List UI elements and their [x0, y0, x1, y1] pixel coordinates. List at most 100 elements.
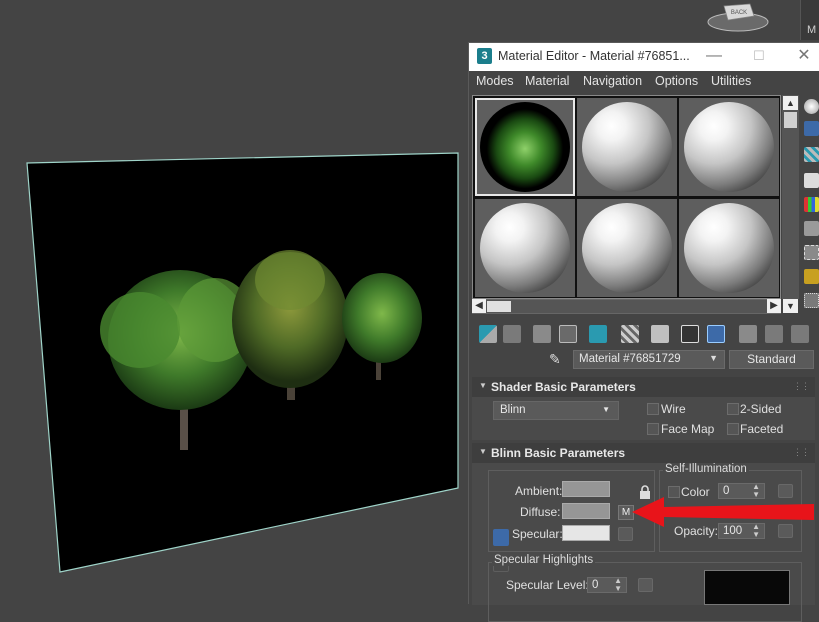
menu-options[interactable]: Options [655, 74, 698, 88]
sample-type-icon[interactable] [804, 99, 819, 114]
tree-canopy-3 [342, 273, 422, 363]
minimize-button[interactable]: — [703, 46, 725, 68]
two-sided-checkbox[interactable] [727, 403, 739, 415]
material-preview-sphere [480, 203, 570, 293]
ambient-label: Ambient: [515, 484, 563, 498]
scroll-down-icon[interactable]: ▼ [783, 299, 798, 313]
specular-highlights-title: Specular Highlights [492, 554, 596, 566]
rollout-header[interactable]: ▼ Blinn Basic Parameters ⋮⋮ [472, 443, 815, 463]
scroll-up-icon[interactable]: ▲ [783, 96, 798, 110]
scroll-left-icon[interactable]: ◀ [472, 299, 486, 313]
specular-map-button[interactable] [618, 527, 633, 541]
specular-level-spinner[interactable]: 0 ▲ ▼ [587, 577, 627, 593]
put-to-scene-icon[interactable] [503, 325, 521, 343]
material-map-navigator-icon[interactable] [804, 293, 819, 308]
dropdown-arrow-icon: ▼ [602, 405, 610, 414]
self-illumination-title: Self-Illumination [663, 463, 749, 475]
sample-slot-4[interactable] [475, 199, 575, 297]
specular-level-label: Specular Level: [506, 578, 589, 592]
maximize-button[interactable]: ☐ [748, 46, 770, 68]
specular-level-map-button[interactable] [638, 578, 653, 592]
dropdown-arrow-icon[interactable]: ▼ [709, 353, 718, 363]
menu-navigation[interactable]: Navigation [583, 74, 642, 88]
material-id-channel-icon[interactable] [681, 325, 699, 343]
title-bar[interactable]: 3 Material Editor - Material #76851... —… [469, 43, 819, 71]
window-title: Material Editor - Material #76851... [498, 49, 690, 63]
lock-ambient-diffuse-icon[interactable] [493, 529, 509, 546]
ambient-color-swatch[interactable] [562, 481, 610, 497]
horizontal-scrollbar[interactable]: ◀ ▶ [472, 299, 781, 314]
pick-material-eyedropper-icon[interactable]: ✎ [549, 351, 565, 368]
sample-slot-1[interactable] [475, 98, 575, 196]
viewcube[interactable]: BACK [706, 0, 770, 34]
face-map-label: Face Map [661, 422, 715, 436]
sample-slot-2[interactable] [577, 98, 677, 196]
show-map-in-viewport-icon[interactable] [707, 325, 725, 343]
backlight-icon[interactable] [804, 121, 819, 136]
video-color-check-icon[interactable] [804, 197, 819, 212]
scroll-right-icon[interactable]: ▶ [767, 299, 781, 313]
material-preview-sphere [684, 203, 774, 293]
wire-checkbox[interactable] [647, 403, 659, 415]
side-toolbar [802, 95, 819, 335]
background-icon[interactable] [804, 147, 819, 162]
material-name-row: ✎ Material #76851729 ▼ Standard [549, 350, 819, 370]
grip-icon: ⋮⋮ [793, 447, 810, 457]
make-preview-icon[interactable] [804, 221, 819, 236]
rollout-title: Shader Basic Parameters [491, 380, 636, 394]
delete-icon[interactable] [559, 325, 577, 343]
diffuse-color-swatch[interactable] [562, 503, 610, 519]
material-name-text: Material #76851729 [579, 353, 681, 365]
menu-utilities[interactable]: Utilities [711, 74, 751, 88]
material-name-field[interactable]: Material #76851729 ▼ [573, 350, 725, 369]
sample-slot-5[interactable] [577, 199, 677, 297]
shader-type-value: Blinn [500, 404, 526, 416]
shader-basic-parameters-rollout: ▼ Shader Basic Parameters ⋮⋮ Blinn ▼ Wir… [472, 377, 815, 440]
specular-label: Specular: [512, 527, 563, 541]
app-icon: 3 [477, 48, 492, 64]
sample-slot-3[interactable] [679, 98, 779, 196]
faceted-checkbox[interactable] [727, 423, 739, 435]
collapse-triangle-icon[interactable]: ▼ [479, 447, 487, 456]
collapse-triangle-icon[interactable]: ▼ [479, 381, 487, 390]
options-icon[interactable] [804, 245, 819, 260]
right-panel-edge: M [800, 0, 819, 40]
diffuse-label: Diffuse: [520, 505, 561, 519]
show-end-result-icon[interactable] [739, 325, 757, 343]
material-type-button[interactable]: Standard [729, 350, 814, 369]
close-button[interactable]: ✕ [793, 46, 815, 68]
select-by-material-icon[interactable] [804, 269, 819, 284]
specular-color-swatch[interactable] [562, 525, 610, 541]
sample-uv-tiling-icon[interactable] [804, 173, 819, 188]
faceted-label: Faceted [740, 422, 784, 436]
viewcube-label: BACK [731, 10, 747, 16]
save-icon[interactable] [651, 325, 669, 343]
specular-highlight-curve-preview [704, 570, 790, 605]
rollout-header[interactable]: ▼ Shader Basic Parameters ⋮⋮ [472, 377, 815, 397]
specular-level-value: 0 [592, 579, 599, 591]
menu-material[interactable]: Material [525, 74, 569, 88]
tree-plane-object[interactable] [0, 0, 470, 604]
shader-type-select[interactable]: Blinn ▼ [493, 401, 619, 420]
material-preview-sphere [684, 102, 774, 192]
menu-modes[interactable]: Modes [476, 74, 514, 88]
scrollbar-thumb[interactable] [784, 112, 797, 128]
go-forward-to-sibling-icon[interactable] [791, 325, 809, 343]
assign-to-selection-icon[interactable] [533, 325, 551, 343]
wire-label: Wire [661, 402, 686, 416]
vertical-scrollbar[interactable]: ▲ ▼ [782, 95, 799, 313]
material-preview-sphere [582, 203, 672, 293]
scrollbar-thumb[interactable] [487, 301, 511, 312]
put-to-library-icon[interactable] [621, 325, 639, 343]
menu-bar: Modes Material Navigation Options Utilit… [469, 71, 819, 93]
grip-icon: ⋮⋮ [793, 381, 810, 391]
spinner-arrows-icon[interactable]: ▲ ▼ [614, 577, 622, 593]
edge-label: M [807, 24, 817, 36]
make-unique-icon[interactable] [589, 325, 607, 343]
two-sided-label: 2-Sided [740, 402, 782, 416]
sample-slot-6[interactable] [679, 199, 779, 297]
go-to-parent-icon[interactable] [765, 325, 783, 343]
get-material-icon[interactable] [479, 325, 497, 343]
material-preview-sphere [582, 102, 672, 192]
face-map-checkbox[interactable] [647, 423, 659, 435]
